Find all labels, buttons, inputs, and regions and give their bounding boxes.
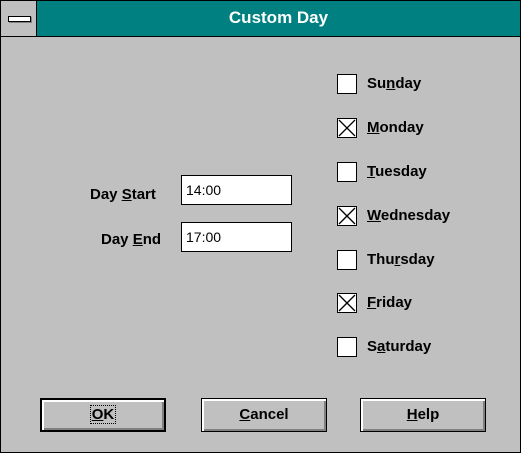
- checkbox-box: [337, 118, 357, 138]
- ok-button[interactable]: OK: [40, 398, 166, 432]
- day-end-field[interactable]: 17:00: [181, 222, 292, 252]
- checkmark-x-icon: [338, 207, 356, 225]
- checkmark-x-icon: [338, 119, 356, 137]
- checkbox-label: Saturday: [367, 338, 432, 355]
- window-title: Custom Day: [228, 8, 329, 27]
- day-end-label: Day End: [101, 231, 162, 248]
- checkbox-box: [337, 162, 357, 182]
- help-button[interactable]: Help: [360, 398, 486, 432]
- help-label: Help: [406, 406, 440, 423]
- system-menu-button[interactable]: [1, 1, 37, 36]
- checkbox-label: Sunday: [367, 75, 422, 92]
- checkbox-label: Wednesday: [367, 207, 451, 224]
- checkbox-label: Friday: [367, 294, 413, 311]
- custom-day-dialog: Custom Day Day Start 14:00 Day End 17:00…: [0, 0, 521, 453]
- checkbox-label: Monday: [367, 119, 424, 136]
- cancel-label: Cancel: [239, 406, 289, 423]
- ok-label: OK: [89, 405, 117, 424]
- checkbox-box: [337, 337, 357, 357]
- checkbox-box: [337, 206, 357, 226]
- checkbox-label: Tuesday: [367, 163, 427, 180]
- checkbox-box: [337, 250, 357, 270]
- cancel-button[interactable]: Cancel: [201, 398, 327, 432]
- checkbox-box: [337, 74, 357, 94]
- checkbox-box: [337, 293, 357, 313]
- checkmark-x-icon: [338, 294, 356, 312]
- checkbox-label: Thursday: [367, 251, 435, 268]
- day-start-field[interactable]: 14:00: [181, 175, 292, 205]
- day-start-label: Day Start: [90, 186, 156, 203]
- system-menu-icon: [8, 16, 31, 22]
- title-bar: Custom Day: [1, 1, 520, 37]
